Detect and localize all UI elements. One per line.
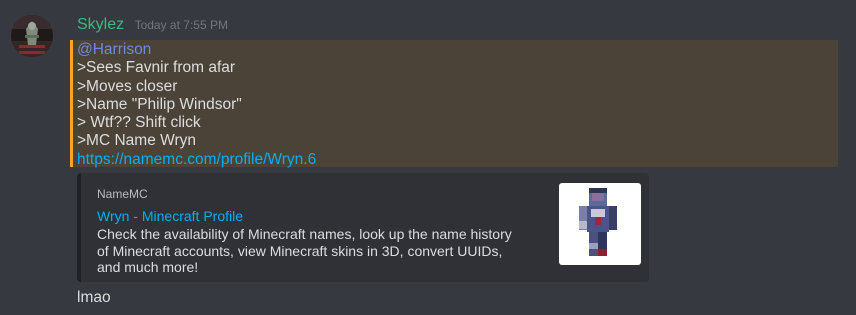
- embed-description: Check the availability of Minecraft name…: [97, 226, 537, 276]
- user-avatar[interactable]: [11, 15, 53, 57]
- message-line: >Sees Favnir from afar: [77, 59, 236, 77]
- message-line: >Moves closer: [77, 77, 178, 95]
- message-line: >Name "Philip Windsor": [77, 95, 242, 113]
- minecraft-skin-icon: [579, 188, 617, 256]
- profile-link[interactable]: https://namemc.com/profile/Wryn.6: [77, 151, 316, 168]
- embed-description-line: Check the availability of Minecraft name…: [97, 226, 512, 242]
- message-line: > Wtf?? Shift click: [77, 114, 201, 132]
- followup-message: lmao: [77, 289, 111, 306]
- message-content: @Harrison >Sees Favnir from afar >Moves …: [77, 41, 316, 169]
- message-timestamp: Today at 7:55 PM: [134, 18, 228, 32]
- embed-description-line: and much more!: [97, 259, 199, 275]
- embed-description-line: of Minecraft accounts, view Minecraft sk…: [97, 242, 503, 259]
- username[interactable]: Skylez: [77, 16, 124, 33]
- embed-thumbnail[interactable]: [559, 183, 641, 265]
- link-embed: NameMC Wryn - Minecraft Profile Check th…: [77, 173, 649, 282]
- message-header: Skylez Today at 7:55 PM: [77, 16, 228, 34]
- user-mention[interactable]: @Harrison: [77, 41, 151, 58]
- embed-title-link[interactable]: Wryn - Minecraft Profile: [97, 208, 243, 224]
- embed-provider: NameMC: [97, 187, 148, 201]
- message-line: >MC Name Wryn: [77, 132, 196, 150]
